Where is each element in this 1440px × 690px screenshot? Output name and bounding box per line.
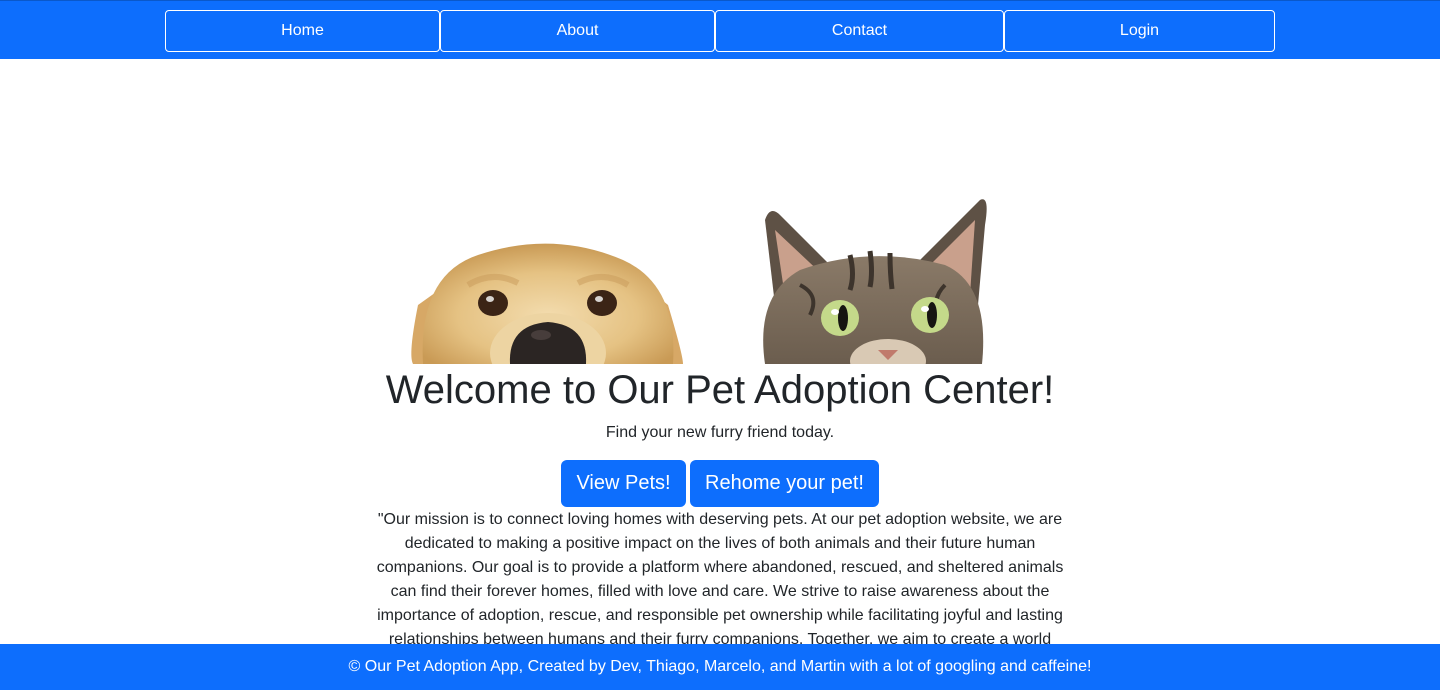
nav-about-button[interactable]: About xyxy=(440,10,715,52)
top-navbar: Home About Contact Login xyxy=(0,0,1440,59)
cat-image xyxy=(740,185,1002,364)
dog-image xyxy=(338,185,710,364)
page-title: Welcome to Our Pet Adoption Center! xyxy=(385,368,1055,412)
footer: © Our Pet Adoption App, Created by Dev, … xyxy=(0,644,1440,690)
mission-statement: "Our mission is to connect loving homes … xyxy=(376,511,1064,648)
nav-login-button[interactable]: Login xyxy=(1004,10,1275,52)
nav-home-button[interactable]: Home xyxy=(165,10,440,52)
view-pets-button[interactable]: View Pets! xyxy=(561,460,686,507)
page-subtitle: Find your new furry friend today. xyxy=(605,424,835,441)
footer-text: © Our Pet Adoption App, Created by Dev, … xyxy=(348,658,1092,675)
rehome-pet-button[interactable]: Rehome your pet! xyxy=(690,460,879,507)
nav-contact-button[interactable]: Contact xyxy=(715,10,1004,52)
